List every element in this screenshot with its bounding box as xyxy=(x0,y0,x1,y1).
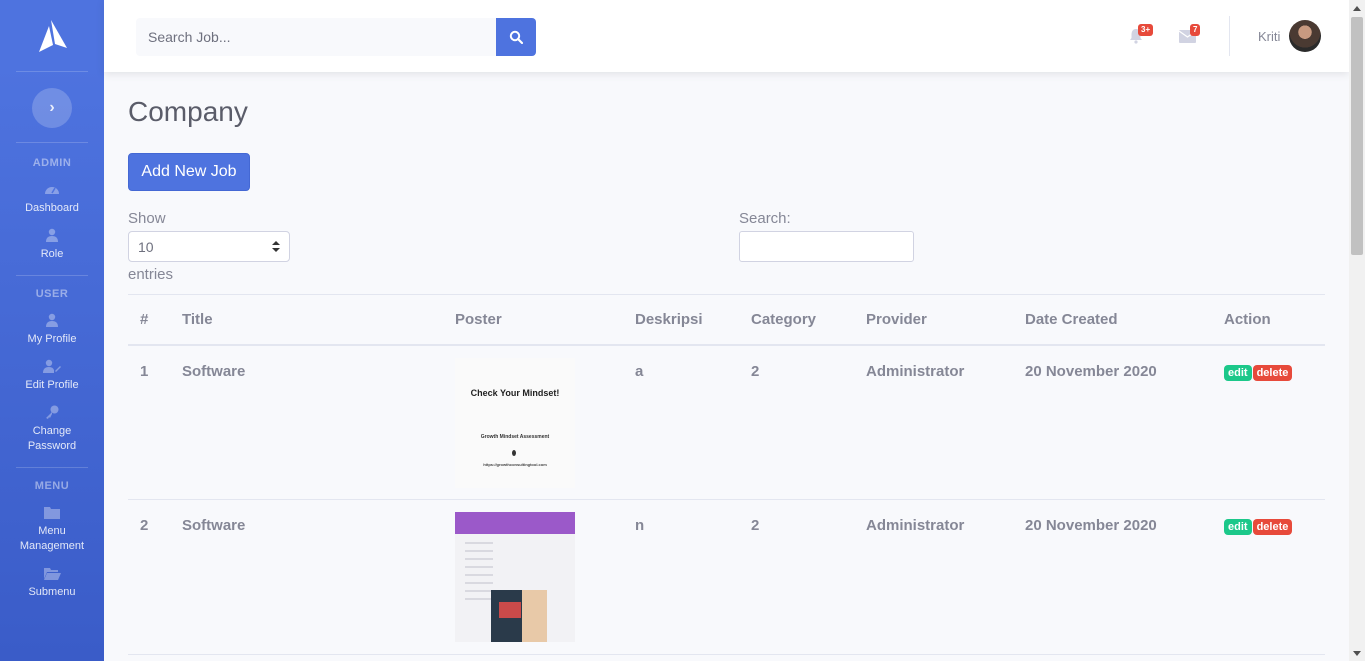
cell-number: 1 xyxy=(128,344,182,500)
brand-logo[interactable] xyxy=(16,0,88,72)
messages-badge: 7 xyxy=(1190,24,1201,36)
cell-date-created: 20 November 2020 xyxy=(1025,344,1224,500)
delete-button[interactable]: delete xyxy=(1252,364,1293,381)
cell-deskripsi: n xyxy=(635,499,751,655)
sort-arrows-icon xyxy=(272,241,280,252)
search-icon xyxy=(509,30,523,44)
sidebar-item-edit-profile[interactable]: Edit Profile xyxy=(0,354,104,400)
sidebar-item-label: Submenu xyxy=(28,586,76,598)
cell-provider: Administrator xyxy=(866,344,1025,500)
cell-date-created: 20 November 2020 xyxy=(1025,499,1224,655)
cell-provider: Administrator xyxy=(866,499,1025,655)
cell-category: 2 xyxy=(751,344,866,500)
cell-poster xyxy=(455,499,635,655)
topbar-search: Search Job... xyxy=(136,18,536,56)
alerts-badge: 3+ xyxy=(1138,24,1154,36)
user-name[interactable]: Kriti xyxy=(1258,29,1280,44)
cell-poster: Check Your Mindset! Growth Mindset Asses… xyxy=(455,344,635,500)
user-icon xyxy=(45,311,59,329)
sidebar-heading-menu: MENU xyxy=(34,480,70,492)
column-header-action[interactable]: Action xyxy=(1224,294,1325,346)
sidebar-item-label: My Profile xyxy=(27,333,77,345)
sidebar-item-dashboard[interactable]: Dashboard xyxy=(0,177,104,223)
entries-select[interactable]: 10 xyxy=(128,231,290,262)
search-button[interactable] xyxy=(496,18,536,56)
entries-label: entries xyxy=(128,266,174,283)
edit-button[interactable]: edit xyxy=(1224,519,1252,535)
sidebar: › ADMIN Dashboard Role USER My Profile E… xyxy=(0,0,104,661)
edit-button[interactable]: edit xyxy=(1224,364,1252,381)
poster-headline: Check Your Mindset! xyxy=(470,387,560,398)
sidebar-item-label: Change Password xyxy=(27,425,77,452)
dashboard-icon xyxy=(44,180,60,198)
show-label: Show xyxy=(128,210,166,227)
logo-icon xyxy=(39,19,67,52)
topbar: Search Job... 3+ 7 Kriti xyxy=(104,0,1349,72)
column-header-deskripsi[interactable]: Deskripsi xyxy=(635,294,751,346)
user-icon xyxy=(45,226,59,244)
sidebar-toggle-button[interactable]: › xyxy=(32,88,72,128)
avatar[interactable] xyxy=(1289,20,1321,52)
table-search-label: Search: xyxy=(739,210,791,227)
sidebar-divider xyxy=(16,142,88,143)
scroll-up-icon[interactable] xyxy=(1349,0,1365,16)
poster-header-bar xyxy=(455,512,575,534)
poster-subtitle: Growth Mindset Assessment xyxy=(480,433,550,440)
sidebar-item-label: Role xyxy=(40,248,64,260)
search-input[interactable]: Search Job... xyxy=(136,18,496,56)
sidebar-item-label: Dashboard xyxy=(25,202,79,214)
poster-dot xyxy=(512,449,516,456)
scrollbar-thumb[interactable] xyxy=(1351,17,1363,255)
delete-button[interactable]: delete xyxy=(1252,519,1293,535)
column-header-title[interactable]: Title xyxy=(182,294,455,346)
page-title: Company xyxy=(128,96,248,127)
column-header-poster[interactable]: Poster xyxy=(455,294,635,346)
sidebar-divider xyxy=(16,275,88,276)
column-header-provider[interactable]: Provider xyxy=(866,294,1025,346)
table-row: 1 Software Check Your Mindset! Growth Mi… xyxy=(128,344,1325,500)
cell-action: edit delete xyxy=(1224,499,1325,655)
column-header-category[interactable]: Category xyxy=(751,294,866,346)
cell-title: Software xyxy=(182,499,455,655)
jobs-table: # Title Poster Deskripsi Category Provid… xyxy=(128,294,1325,655)
sidebar-item-menu-management[interactable]: Menu Management xyxy=(0,500,104,561)
key-icon xyxy=(45,403,59,421)
user-edit-icon xyxy=(43,357,61,375)
sidebar-item-label: Menu Management xyxy=(19,525,85,552)
cell-deskripsi: a xyxy=(635,344,751,500)
sidebar-item-role[interactable]: Role xyxy=(0,223,104,269)
sidebar-divider xyxy=(16,467,88,468)
folder-open-icon xyxy=(43,564,61,582)
table-search-input[interactable] xyxy=(739,231,914,262)
table-row: 2 Software n 2 Administrator 20 November… xyxy=(128,499,1325,655)
sidebar-item-label: Edit Profile xyxy=(25,379,79,391)
sidebar-item-change-password[interactable]: Change Password xyxy=(0,400,104,461)
sidebar-heading-user: USER xyxy=(35,288,69,300)
folder-icon xyxy=(44,503,60,521)
sidebar-item-submenu[interactable]: Submenu xyxy=(0,561,104,607)
entries-select-value: 10 xyxy=(138,238,154,255)
poster-list xyxy=(465,542,493,602)
poster-image[interactable] xyxy=(455,512,575,642)
sidebar-heading-admin: ADMIN xyxy=(32,157,72,169)
cell-action: edit delete xyxy=(1224,344,1325,500)
cell-title: Software xyxy=(182,344,455,500)
cell-category: 2 xyxy=(751,499,866,655)
poster-url: https://growthconsultingtool.com xyxy=(483,461,547,467)
poster-label xyxy=(499,602,521,618)
poster-image[interactable]: Check Your Mindset! Growth Mindset Asses… xyxy=(455,357,575,488)
column-header-number[interactable]: # xyxy=(128,294,182,346)
sidebar-item-my-profile[interactable]: My Profile xyxy=(0,308,104,354)
topbar-divider xyxy=(1229,16,1230,56)
scroll-down-icon[interactable] xyxy=(1349,645,1365,661)
add-new-job-button[interactable]: Add New Job xyxy=(128,153,250,191)
table-header-row: # Title Poster Deskripsi Category Provid… xyxy=(128,294,1325,346)
cell-number: 2 xyxy=(128,499,182,655)
messages-dropdown[interactable]: 7 xyxy=(1176,24,1206,48)
column-header-date-created[interactable]: Date Created xyxy=(1025,294,1224,346)
alerts-dropdown[interactable]: 3+ xyxy=(1124,24,1154,48)
